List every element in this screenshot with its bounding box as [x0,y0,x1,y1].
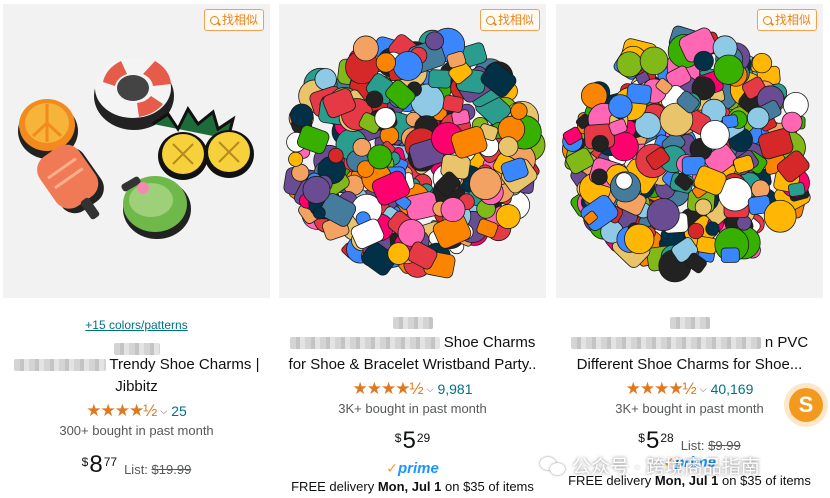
bought-past-month: 3K+ bought in past month [338,401,487,416]
chevron-down-icon: ⌵ [160,405,168,416]
list-price: List: $19.99 [124,462,192,477]
charm-shape [440,197,466,223]
charm-shape [365,90,384,109]
charm-shape [288,151,304,167]
star-rating-icon: ★★★★½ [625,379,697,398]
charm-shape [374,107,397,130]
charm-shape [367,144,393,170]
product-title[interactable]: n PVC Different Shoe Charms for Shoe... [556,332,823,376]
charm-shape [694,198,712,216]
charm-shape [510,102,528,120]
product-card[interactable]: 找相似 n PVC Different Shoe Charms for Shoe… [556,4,823,498]
bought-past-month: 3K+ bought in past month [615,401,764,416]
charm-shape [693,50,714,72]
find-similar-button[interactable]: 找相似 [479,9,540,31]
charm-shape [387,242,411,265]
shoe-charms-image [18,58,254,239]
charm-shape [608,94,633,119]
charm-shape [695,236,718,255]
review-count[interactable]: 25 [171,403,187,419]
charm-shape [787,182,806,197]
bought-past-month: 300+ bought in past month [59,423,214,438]
prime-check-icon: ✓ [386,460,398,476]
charm-shape [425,31,445,51]
wechat-icon [540,455,566,477]
shoe-charms-pile-image [283,27,546,279]
charm-shape [352,35,379,62]
charm-shape [700,120,730,150]
charm-shape [393,51,423,81]
charm-shape [469,167,502,201]
blurred-text [570,337,761,350]
rating-row[interactable]: ★★★★½ ⌵ 9,981 [279,379,546,399]
blurred-text [289,337,440,350]
star-rating-icon: ★★★★½ [352,379,423,398]
rating-row[interactable]: ★★★★½ ⌵ 40,169 [556,379,823,399]
charm-shape [312,206,326,220]
blurred-brand [113,342,160,355]
charm-shape [646,198,680,232]
product-card[interactable]: 找相似 Shoe Charms for Shoe & Bracelet Wris… [279,4,546,498]
price: $ 5 28 List: $9.99 [638,427,741,454]
charm-shape [591,134,609,153]
charm-shape [781,111,803,133]
prime-badge: ✓prime [386,460,439,477]
floating-logo-badge[interactable]: S [784,383,828,427]
shoe-charms-pile-image [561,25,811,283]
colors-patterns-link[interactable]: +15 colors/patterns [3,318,270,332]
search-icon [209,15,219,25]
product-title[interactable]: Trendy Shoe Charms | Jibbitz [3,354,270,398]
charm-shape [302,175,331,204]
charm-shape [289,103,314,128]
charm-shape [705,221,720,236]
price: $ 8 77 List: $19.99 [81,451,192,478]
blurred-brand [392,316,433,329]
rating-row[interactable]: ★★★★½ ⌵ 25 [3,401,270,421]
star-rating-icon: ★★★★½ [86,401,157,420]
product-image[interactable]: 找相似 [279,4,546,298]
charm-shape [397,219,426,247]
find-similar-button[interactable]: 找相似 [756,9,817,31]
wechat-watermark: 公众号 · 跨境商品指南 [540,452,760,479]
chevron-down-icon: ⌵ [426,383,434,394]
charm-shape [746,106,770,130]
charm-shape [591,168,608,186]
review-count[interactable]: 9,981 [437,381,472,397]
search-icon [485,15,495,25]
charm-shape [428,69,452,89]
blurred-brand [669,316,710,329]
charm-shape [687,222,705,240]
product-image[interactable]: 找相似 [3,4,270,298]
product-title[interactable]: Shoe Charms for Shoe & Bracelet Wristban… [279,332,546,376]
find-similar-button[interactable]: 找相似 [203,9,264,31]
charm-shape [639,46,669,76]
charm-shape [442,94,464,113]
charm-shape [713,54,744,85]
charm-shape [495,204,521,229]
blurred-text [13,359,106,372]
price: $ 5 29 [394,427,431,454]
delivery-info: FREE delivery Mon, Jul 1 on $35 of items [291,479,534,494]
charm-shape [328,147,344,164]
charm-shape [615,172,633,190]
product-card[interactable]: 找相似 +15 colors/patterns Trendy Shoe Char… [3,4,270,498]
search-icon [762,15,772,25]
charm-shape [624,223,655,255]
charm-shape [751,52,773,74]
charm-shape [375,52,396,73]
charm-shape [763,199,797,233]
product-image[interactable]: 找相似 [556,4,823,298]
s-logo-icon: S [789,388,823,422]
charm-shape [498,136,519,157]
charm-shape [720,247,740,263]
review-count[interactable]: 40,169 [711,381,754,397]
chevron-down-icon: ⌵ [699,383,707,394]
list-price: List: $9.99 [680,438,741,453]
charm-shape [616,51,643,78]
